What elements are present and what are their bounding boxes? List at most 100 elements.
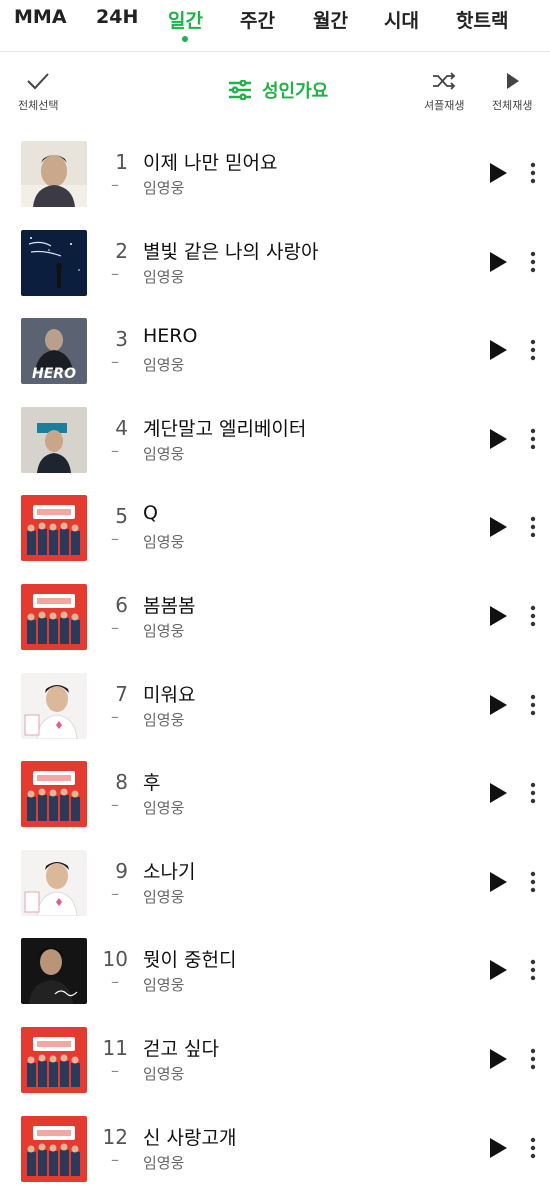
more-options-icon[interactable] <box>526 604 540 628</box>
play-icon[interactable] <box>488 1137 508 1159</box>
song-title[interactable]: 걷고 싶다 <box>143 1034 219 1061</box>
album-art[interactable] <box>21 849 87 916</box>
artist-name[interactable]: 임영웅 <box>143 1152 184 1173</box>
album-art[interactable] <box>21 229 87 296</box>
tab-24h[interactable]: 24H <box>96 6 138 28</box>
album-art[interactable] <box>21 583 87 650</box>
shuffle-play-button[interactable]: 셔플재생 <box>424 71 464 113</box>
chart-rank: 4 <box>115 415 128 440</box>
chart-period-tabs: MMA 24H 일간 주간 월간 시대 핫트랙 <box>0 0 550 52</box>
more-options-icon[interactable] <box>526 515 540 539</box>
song-row[interactable]: 1 이제 나만 믿어요 – 임영웅 <box>0 131 550 220</box>
artist-name[interactable]: 임영웅 <box>143 620 184 641</box>
song-title[interactable]: 봄봄봄 <box>143 591 195 618</box>
rank-change-indicator: – <box>111 175 119 194</box>
play-icon[interactable] <box>488 959 508 981</box>
album-art[interactable] <box>21 495 87 562</box>
artist-name[interactable]: 임영웅 <box>143 531 184 552</box>
song-title[interactable]: 후 <box>143 768 160 795</box>
more-options-icon[interactable] <box>526 161 540 185</box>
song-title[interactable]: 계단말고 엘리베이터 <box>143 414 306 441</box>
tab-monthly[interactable]: 월간 <box>313 6 348 33</box>
more-options-icon[interactable] <box>526 427 540 451</box>
song-row[interactable]: 9 소나기 – 임영웅 <box>0 840 550 929</box>
chart-rank: 10 <box>102 947 128 972</box>
more-options-icon[interactable] <box>526 958 540 982</box>
more-options-icon[interactable] <box>526 250 540 274</box>
song-row[interactable]: 6 봄봄봄 – 임영웅 <box>0 574 550 663</box>
artist-name[interactable]: 임영웅 <box>143 177 184 198</box>
song-row[interactable]: 12 신 사랑고개 – 임영웅 <box>0 1106 550 1186</box>
artist-name[interactable]: 임영웅 <box>143 709 184 730</box>
play-icon[interactable] <box>488 162 508 184</box>
album-art[interactable] <box>21 141 87 207</box>
song-title[interactable]: 이제 나만 믿어요 <box>143 148 277 175</box>
song-chart-list: 1 이제 나만 믿어요 – 임영웅 2 별빛 같은 나의 사랑아 – 임영웅 HERO 3 HERO… <box>0 131 550 1186</box>
artist-name[interactable]: 임영웅 <box>143 1063 184 1084</box>
select-all-label: 전체선택 <box>18 99 59 112</box>
artist-name[interactable]: 임영웅 <box>143 974 184 995</box>
tab-weekly[interactable]: 주간 <box>240 6 275 33</box>
song-row[interactable]: 5 Q – 임영웅 <box>0 485 550 574</box>
play-all-button[interactable]: 전체재생 <box>492 71 532 113</box>
rank-change-indicator: – <box>111 440 119 460</box>
tab-era[interactable]: 시대 <box>384 6 419 33</box>
more-options-icon[interactable] <box>526 781 540 805</box>
song-row[interactable]: 7 미워요 – 임영웅 <box>0 663 550 752</box>
rank-change-indicator: – <box>111 1149 119 1169</box>
song-title[interactable]: HERO <box>143 325 197 347</box>
play-icon[interactable] <box>488 605 508 627</box>
tab-daily-label: 일간 <box>168 10 203 32</box>
album-art[interactable] <box>21 406 87 473</box>
song-title[interactable]: 별빛 같은 나의 사랑아 <box>143 237 318 264</box>
more-options-icon[interactable] <box>526 1136 540 1160</box>
more-options-icon[interactable] <box>526 338 540 362</box>
album-art[interactable] <box>21 938 87 1005</box>
tab-daily[interactable]: 일간 <box>168 6 203 42</box>
artist-name[interactable]: 임영웅 <box>143 886 184 907</box>
play-icon[interactable] <box>488 516 508 538</box>
album-art[interactable] <box>21 672 87 739</box>
rank-change-indicator: – <box>111 883 119 903</box>
song-title[interactable]: Q <box>143 502 158 524</box>
artist-name[interactable]: 임영웅 <box>143 354 184 375</box>
svg-text:HERO: HERO <box>32 366 76 382</box>
play-icon[interactable] <box>488 871 508 893</box>
song-row[interactable]: 11 걷고 싶다 – 임영웅 <box>0 1017 550 1106</box>
song-row[interactable]: HERO 3 HERO – 임영웅 <box>0 308 550 397</box>
album-art[interactable] <box>21 1115 87 1182</box>
play-icon[interactable] <box>488 428 508 450</box>
play-icon[interactable] <box>488 782 508 804</box>
song-row[interactable]: 4 계단말고 엘리베이터 – 임영웅 <box>0 397 550 486</box>
more-options-icon[interactable] <box>526 870 540 894</box>
album-art[interactable] <box>21 1026 87 1093</box>
chart-rank: 2 <box>115 238 128 263</box>
select-all-button[interactable]: 전체선택 <box>18 71 58 113</box>
tab-mma[interactable]: MMA <box>14 6 67 28</box>
play-icon[interactable] <box>488 339 508 361</box>
song-title[interactable]: 신 사랑고개 <box>143 1123 236 1150</box>
song-title[interactable]: 뭣이 중헌디 <box>143 945 236 972</box>
song-title[interactable]: 소나기 <box>143 857 195 884</box>
song-title[interactable]: 미워요 <box>143 680 195 707</box>
play-icon[interactable] <box>488 251 508 273</box>
album-art[interactable]: HERO <box>21 318 87 385</box>
album-art[interactable] <box>21 761 87 828</box>
song-row[interactable]: 8 후 – 임영웅 <box>0 751 550 840</box>
more-options-icon[interactable] <box>526 693 540 717</box>
more-options-icon[interactable] <box>526 1047 540 1071</box>
song-row[interactable]: 2 별빛 같은 나의 사랑아 – 임영웅 <box>0 220 550 309</box>
chart-rank: 1 <box>115 150 128 174</box>
filter-sliders-icon <box>229 80 251 100</box>
play-icon[interactable] <box>488 694 508 716</box>
song-row[interactable]: 10 뭣이 중헌디 – 임영웅 <box>0 928 550 1017</box>
artist-name[interactable]: 임영웅 <box>143 797 184 818</box>
artist-name[interactable]: 임영웅 <box>143 266 184 287</box>
chart-rank: 11 <box>102 1035 128 1060</box>
rank-change-indicator: – <box>111 529 119 549</box>
shuffle-icon <box>433 72 456 90</box>
play-icon[interactable] <box>488 1048 508 1070</box>
artist-name[interactable]: 임영웅 <box>143 443 184 464</box>
tab-hot-track[interactable]: 핫트랙 <box>456 6 508 33</box>
genre-filter-button[interactable]: 성인가요 <box>228 77 328 103</box>
